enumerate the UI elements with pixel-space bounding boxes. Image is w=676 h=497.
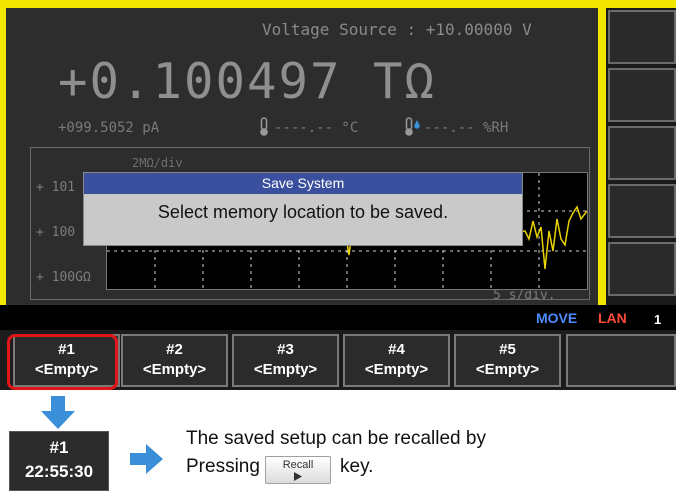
screen-right-border bbox=[598, 0, 606, 305]
saved-memory-key: #1 22:55:30 bbox=[9, 431, 109, 491]
softkey-5-label: <Empty> bbox=[475, 361, 540, 378]
arrow-down-icon bbox=[41, 396, 75, 429]
status-lan: LAN bbox=[598, 310, 627, 326]
softkey-3-number: #3 bbox=[277, 341, 294, 358]
graph-y-label-mid: + 100 bbox=[36, 225, 76, 240]
voltage-source-readout: Voltage Source : +10.00000 V bbox=[262, 20, 532, 39]
side-softkey-3[interactable] bbox=[608, 126, 676, 180]
softkey-memory-5[interactable]: #5 <Empty> bbox=[454, 334, 561, 387]
selection-highlight bbox=[7, 334, 118, 390]
side-softkey-2[interactable] bbox=[608, 68, 676, 122]
current-readout: +099.5052 pA bbox=[58, 120, 160, 136]
dialog-title: Save System bbox=[84, 173, 522, 194]
humidity-readout: ---.-- %RH bbox=[424, 120, 509, 136]
softkey-2-label: <Empty> bbox=[142, 361, 207, 378]
humidity-icon bbox=[405, 117, 420, 136]
softkey-memory-3[interactable]: #3 <Empty> bbox=[232, 334, 339, 387]
play-icon bbox=[294, 472, 302, 481]
saved-memory-number: #1 bbox=[49, 438, 69, 457]
softkey-5-number: #5 bbox=[499, 341, 516, 358]
softkey-4-number: #4 bbox=[388, 341, 405, 358]
side-softkey-4[interactable] bbox=[608, 184, 676, 238]
status-number: 1 bbox=[654, 312, 662, 327]
saved-memory-time: 22:55:30 bbox=[24, 462, 94, 481]
recall-key-label: Recall bbox=[282, 459, 314, 471]
softkey-memory-4[interactable]: #4 <Empty> bbox=[343, 334, 450, 387]
side-softkey-5[interactable] bbox=[608, 242, 676, 296]
softkey-2-number: #2 bbox=[166, 341, 183, 358]
note-line-1: The saved setup can be recalled by bbox=[186, 428, 486, 449]
note-line-2-suffix: key. bbox=[340, 456, 374, 477]
recall-key[interactable]: Recall bbox=[265, 456, 331, 484]
graph-scale-label: 2MΩ/div bbox=[132, 156, 183, 170]
arrow-right-icon bbox=[130, 444, 163, 474]
dialog-message: Select memory location to be saved. bbox=[157, 202, 449, 222]
softkey-blank[interactable] bbox=[566, 334, 676, 387]
side-softkey-1[interactable] bbox=[608, 10, 676, 64]
graph-y-label-bottom: + 100GΩ bbox=[36, 270, 91, 285]
resistance-readout: +0.100497 TΩ bbox=[58, 53, 437, 110]
screen-top-border bbox=[0, 0, 676, 8]
graph-time-div: 5 s/div. bbox=[493, 288, 556, 303]
status-move: MOVE bbox=[536, 310, 578, 326]
softkey-memory-2[interactable]: #2 <Empty> bbox=[121, 334, 228, 387]
thermometer-icon bbox=[260, 117, 268, 136]
graph-y-label-top: + 101 bbox=[36, 180, 76, 195]
softkey-4-label: <Empty> bbox=[364, 361, 429, 378]
temperature-readout: ----.-- °C bbox=[274, 120, 359, 136]
note-line-2-prefix: Pressing bbox=[186, 456, 260, 477]
softkey-3-label: <Empty> bbox=[253, 361, 318, 378]
